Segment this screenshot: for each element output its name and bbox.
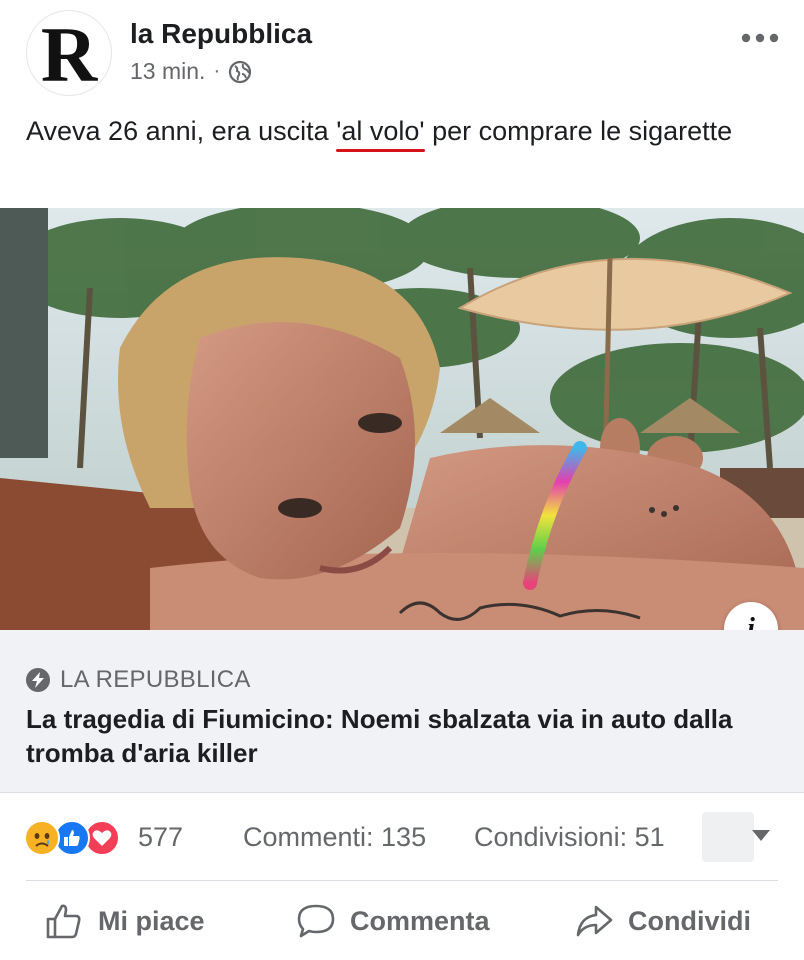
- comment-button[interactable]: Commenta: [296, 882, 490, 960]
- photo-illustration: [0, 208, 804, 630]
- post-text: Aveva 26 anni, era uscita 'al volo' per …: [26, 112, 786, 150]
- post-text-highlight: 'al volo': [336, 116, 425, 146]
- link-preview[interactable]: LA REPUBBLICA La tragedia di Fiumicino: …: [0, 630, 804, 793]
- viewer-avatar[interactable]: [702, 812, 754, 862]
- post-text-end: per comprare le sigarette: [424, 116, 733, 146]
- reaction-count[interactable]: 577: [138, 822, 183, 853]
- meta-separator: ·: [213, 60, 221, 82]
- thumbs-up-icon: [46, 904, 81, 939]
- actions-divider: [26, 880, 778, 881]
- page-name-link[interactable]: la Repubblica: [130, 18, 312, 50]
- share-icon: [576, 905, 613, 937]
- sad-reaction-icon: [24, 820, 60, 856]
- post-meta: 13 min. ·: [130, 58, 252, 85]
- shares-count[interactable]: Condivisioni: 51: [474, 822, 665, 853]
- globe-icon: [228, 60, 252, 84]
- like-button-label: Mi piace: [98, 905, 205, 936]
- more-horizontal-icon[interactable]: [740, 20, 780, 56]
- like-button[interactable]: Mi piace: [44, 882, 205, 960]
- post-time[interactable]: 13 min.: [130, 58, 205, 85]
- comments-count[interactable]: Commenti: 135: [243, 822, 426, 853]
- avatar-letter: R: [40, 11, 98, 98]
- share-button-label: Condividi: [628, 905, 751, 936]
- engagement-counts: 577 Commenti: 135 Condivisioni: 51: [0, 800, 804, 876]
- link-source-label: LA REPUBBLICA: [60, 666, 251, 693]
- reaction-icons[interactable]: [24, 820, 132, 856]
- page-avatar[interactable]: R: [26, 10, 112, 96]
- post-text-start: Aveva 26 anni, era uscita: [26, 116, 337, 146]
- share-button[interactable]: Condividi: [574, 882, 751, 960]
- link-source: LA REPUBBLICA: [26, 666, 251, 694]
- post-header: R la Repubblica 13 min. ·: [0, 0, 804, 100]
- chevron-down-icon[interactable]: [752, 830, 770, 841]
- post-photo[interactable]: [0, 208, 804, 630]
- link-title[interactable]: La tragedia di Fiumicino: Noemi sbalzata…: [26, 702, 786, 770]
- instant-article-icon: [26, 668, 50, 692]
- post-actions: Mi piace Commenta Condividi: [0, 882, 804, 960]
- comment-icon: [297, 904, 335, 938]
- comment-button-label: Commenta: [350, 905, 490, 936]
